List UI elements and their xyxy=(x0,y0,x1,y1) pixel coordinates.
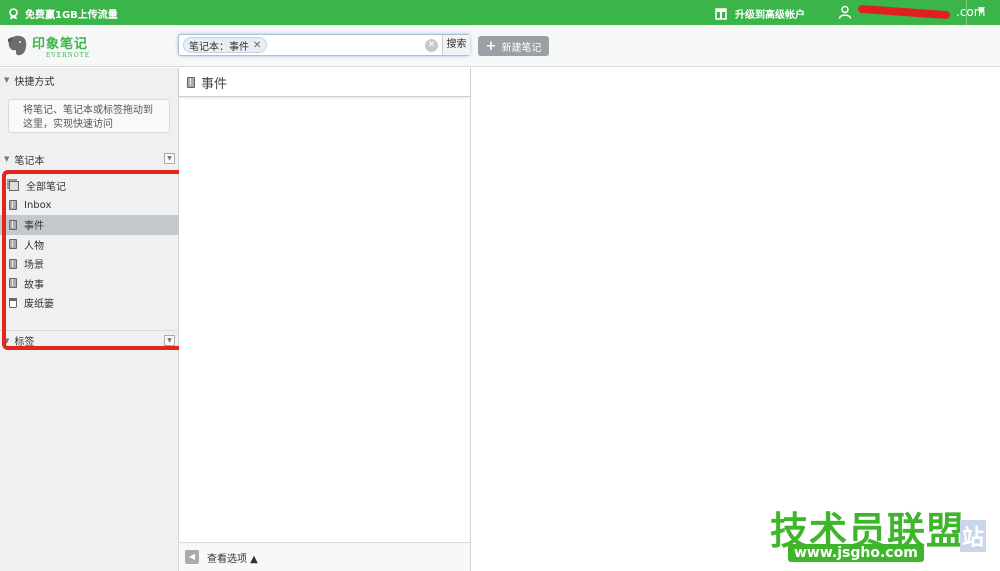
redacted-email xyxy=(857,4,951,20)
notebook-label: 场景 xyxy=(24,260,44,272)
search-button[interactable]: 搜索 xyxy=(442,35,470,55)
notebook-label: 全部笔记 xyxy=(26,182,66,194)
notebook-icon xyxy=(9,219,17,230)
tags-section-header[interactable]: ▼ 标签 ▼ xyxy=(0,330,179,350)
header: 印象笔记 EVERNOTE 笔记本：事件 ✕ ✕ 搜索 + 新建笔记 xyxy=(0,25,1000,67)
note-list-footer: ◀ 查看选项 ▲ xyxy=(179,542,470,571)
user-icon xyxy=(838,5,852,19)
notebook-label: 事件 xyxy=(24,221,44,233)
topbar-divider xyxy=(966,0,967,25)
trash-icon xyxy=(9,297,17,308)
notebook-label: 人物 xyxy=(24,240,44,252)
award-icon xyxy=(9,7,18,19)
view-options-button[interactable]: 查看选项 ▲ xyxy=(207,550,258,565)
account-menu[interactable]: .com xyxy=(838,4,985,20)
tags-options-icon[interactable]: ▼ xyxy=(164,335,175,346)
notebooks-title: 笔记本 xyxy=(14,155,45,167)
sidebar-item-trash[interactable]: 废纸篓 xyxy=(0,293,179,313)
collapse-triangle-icon: ▼ xyxy=(4,76,10,84)
app-logo[interactable]: 印象笔记 EVERNOTE xyxy=(6,33,90,59)
notebook-label: 故事 xyxy=(24,279,44,291)
notebook-icon xyxy=(9,278,17,289)
tags-title: 标签 xyxy=(14,337,35,348)
logo-subtext: EVERNOTE xyxy=(46,52,91,59)
premium-icon xyxy=(715,7,727,20)
sidebar-item-events[interactable]: 事件 xyxy=(0,215,179,235)
chip-remove-icon[interactable]: ✕ xyxy=(253,40,261,51)
watermark-url: www.jsgho.com xyxy=(788,544,924,562)
note-list-title: 事件 xyxy=(201,76,228,92)
notebook-icon xyxy=(9,200,17,211)
search-filter-chip[interactable]: 笔记本：事件 ✕ xyxy=(183,37,268,53)
sidebar-item-all-notes[interactable]: 全部笔记 xyxy=(0,176,179,196)
note-list-panel: 事件 ◀ 查看选项 ▲ xyxy=(179,68,471,571)
plus-icon: + xyxy=(485,38,497,54)
notebooks-options-icon[interactable]: ▼ xyxy=(164,153,175,164)
new-note-button[interactable]: + 新建笔记 xyxy=(478,36,549,56)
collapse-triangle-icon: ▼ xyxy=(4,155,10,163)
upgrade-text: 升级到高级帐户 xyxy=(735,10,805,21)
search-chip-label: 笔记本：事件 xyxy=(189,41,249,53)
sidebar-item-scenes[interactable]: 场景 xyxy=(0,254,179,274)
collapse-left-icon[interactable]: ◀ xyxy=(185,550,199,564)
upgrade-link[interactable]: 升级到高级帐户 xyxy=(715,6,805,21)
logo-text: 印象笔记 xyxy=(32,37,89,52)
shortcuts-title: 快捷方式 xyxy=(14,76,55,88)
notebook-list: 全部笔记 Inbox 事件 人物 场景 故事 废纸篓 xyxy=(0,176,179,313)
notebook-icon xyxy=(9,258,17,269)
sidebar: ▼ 快捷方式 将笔记、笔记本或标签拖动到这里，实现快速访问 ▼ 笔记本 ▼ 全部… xyxy=(0,68,179,571)
all-notes-icon xyxy=(9,180,19,191)
note-list-header: 事件 xyxy=(179,68,470,97)
watermark-suffix: 站 xyxy=(960,520,987,552)
watermark: 技术员联盟 站 www.jsgho.com xyxy=(770,500,998,570)
collapse-triangle-icon: ▼ xyxy=(4,336,10,345)
sidebar-item-people[interactable]: 人物 xyxy=(0,235,179,255)
shortcuts-drop-zone[interactable]: 将笔记、笔记本或标签拖动到这里，实现快速访问 xyxy=(8,99,170,133)
notebook-icon xyxy=(187,76,195,88)
account-dropdown-icon[interactable]: ▼ xyxy=(978,6,985,16)
new-note-label: 新建笔记 xyxy=(501,42,542,54)
search-box[interactable]: 笔记本：事件 ✕ ✕ 搜索 xyxy=(178,34,470,56)
promo-text: 免费赢1GB上传流量 xyxy=(25,10,118,21)
notebook-label: Inbox xyxy=(24,199,52,211)
shortcuts-section-header[interactable]: ▼ 快捷方式 xyxy=(0,70,179,90)
evernote-elephant-icon xyxy=(8,35,27,56)
notebooks-section-header[interactable]: ▼ 笔记本 ▼ xyxy=(0,149,179,169)
sidebar-item-stories[interactable]: 故事 xyxy=(0,274,179,294)
sidebar-item-inbox[interactable]: Inbox xyxy=(0,196,179,216)
notebook-icon xyxy=(9,239,17,250)
promo-link[interactable]: 免费赢1GB上传流量 xyxy=(8,6,118,21)
top-bar: 免费赢1GB上传流量 升级到高级帐户 .com ▼ xyxy=(0,0,1000,25)
clear-search-icon[interactable]: ✕ xyxy=(425,39,438,52)
notebook-label: 废纸篓 xyxy=(24,299,54,311)
